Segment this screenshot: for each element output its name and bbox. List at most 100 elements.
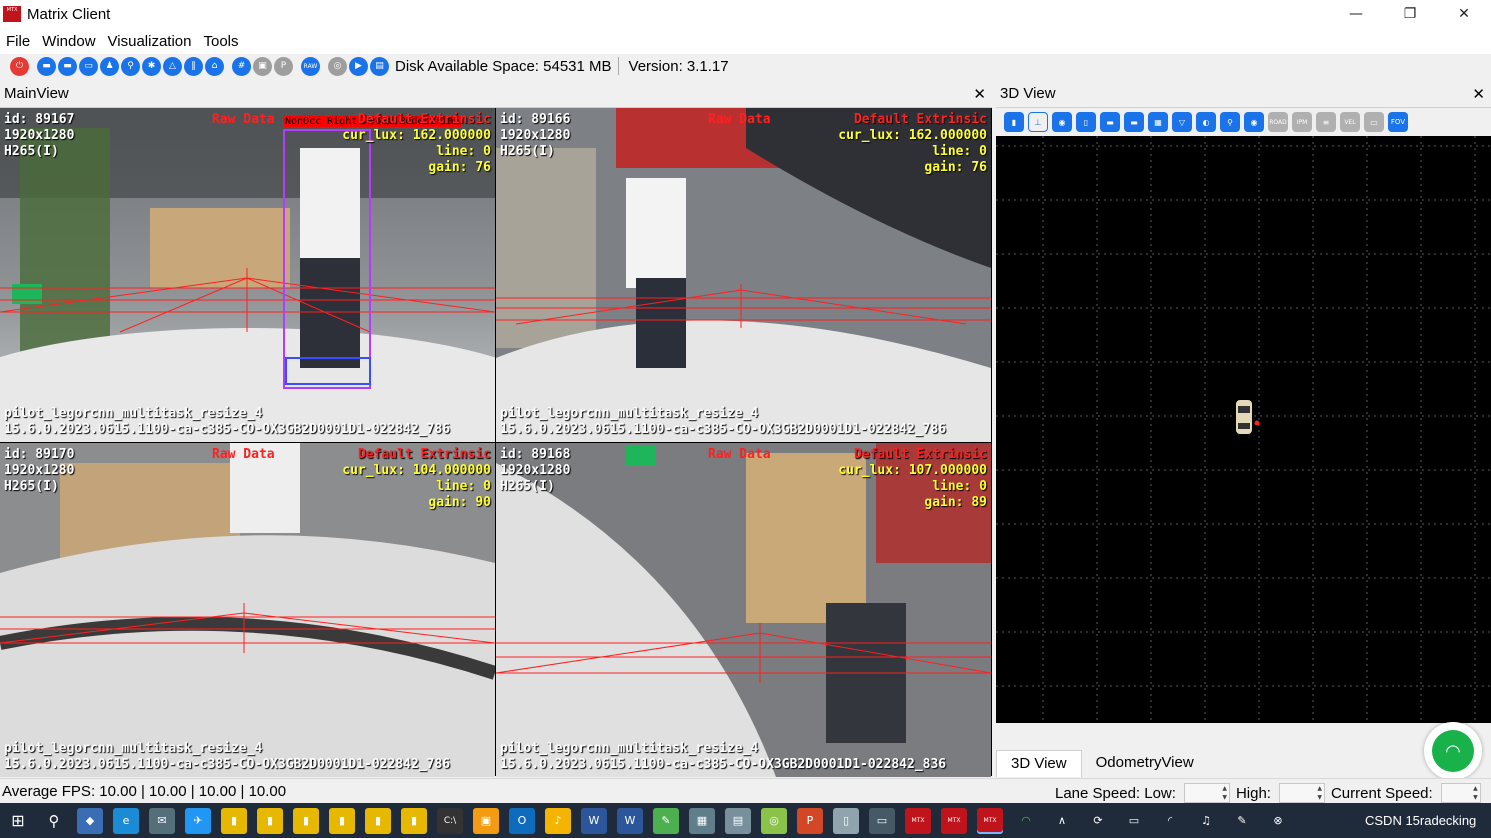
road-icon[interactable]: ROAD xyxy=(1268,112,1288,132)
fov-icon[interactable]: FOV xyxy=(1388,112,1408,132)
app-icon-5[interactable]: ◎ xyxy=(761,807,787,834)
matrix-icon-1[interactable]: MTX xyxy=(905,807,931,834)
camera-2-id: id: 89166 xyxy=(500,112,571,127)
app-icon-7[interactable]: ▭ xyxy=(869,807,895,834)
minimize-button[interactable]: — xyxy=(1329,0,1383,28)
word-icon-2[interactable]: W xyxy=(617,807,643,834)
pen-icon[interactable]: ✎ xyxy=(1229,808,1255,834)
mainview-close-button[interactable]: ✕ xyxy=(973,85,986,103)
restore-button[interactable]: ❐ xyxy=(1383,0,1437,28)
fps-readout: Average FPS: 10.00 | 10.00 | 10.00 | 10.… xyxy=(2,783,287,800)
ego-vehicle-icon xyxy=(1236,400,1260,434)
sync-icon[interactable]: ⟳ xyxy=(1085,808,1111,834)
menu-visualization[interactable]: Visualization xyxy=(102,33,198,50)
folder-icon-2[interactable]: ▮ xyxy=(257,807,283,834)
camera-1-id: id: 89167 xyxy=(4,112,75,127)
view3d-canvas[interactable] xyxy=(996,136,1491,723)
bookmark-icon[interactable]: ▮ xyxy=(1004,112,1024,132)
volume-icon[interactable]: ♫ xyxy=(1193,808,1219,834)
menu-file[interactable]: File xyxy=(0,33,36,50)
app-icon-3[interactable]: ▦ xyxy=(689,807,715,834)
road-icon[interactable]: ⌂ xyxy=(205,56,224,76)
camera-4-build: 15.6.0.2023.0615.1100-ca-c385-CO-OX3GB2D… xyxy=(500,757,947,772)
camera-4-line: line: 0 xyxy=(932,479,987,494)
video-icon[interactable]: ▶ xyxy=(349,56,368,76)
car-disabled-icon[interactable]: ▭ xyxy=(1364,112,1384,132)
matrix-icon-3[interactable]: MTX xyxy=(977,807,1003,834)
battery-icon[interactable]: ▭ xyxy=(1121,808,1147,834)
pedestrian-icon[interactable]: ♟ xyxy=(100,56,119,76)
camera-feed-4[interactable]: id: 89168 1920x1280 H265(I) Raw Data Defau… xyxy=(496,443,991,777)
filter-icon[interactable]: ▽ xyxy=(1172,112,1192,132)
car-rear-icon[interactable]: ▬ xyxy=(1124,112,1144,132)
axis-icon[interactable]: ⊥ xyxy=(1028,112,1048,132)
network-widget[interactable]: ◠ xyxy=(1424,722,1482,780)
start-icon[interactable]: ⊞ xyxy=(5,808,31,834)
close-window-button[interactable]: ✕ xyxy=(1437,0,1491,28)
folder-icon-4[interactable]: ▮ xyxy=(329,807,355,834)
ego-car-icon[interactable]: ◉ xyxy=(1052,112,1072,132)
current-speed-spinbox[interactable] xyxy=(1440,783,1481,803)
raw-icon[interactable]: RAW xyxy=(301,56,320,76)
view3d-close-button[interactable]: ✕ xyxy=(1472,85,1485,103)
bird-icon[interactable]: ✈ xyxy=(185,807,211,834)
camera-feed-2[interactable]: id: 89166 1920x1280 H265(I) Raw Data Defau… xyxy=(496,108,991,442)
tab-3d-view[interactable]: 3D View xyxy=(996,750,1082,777)
camera-feed-1[interactable]: NonOcc Right Front Pedestrian id: 89167 1… xyxy=(0,108,495,442)
lane-disabled-icon[interactable]: ≡ xyxy=(1316,112,1336,132)
outlook-icon[interactable]: O xyxy=(509,807,535,834)
search-icon[interactable]: ⚲ xyxy=(41,808,67,834)
chevron-up-icon[interactable]: ∧ xyxy=(1049,808,1075,834)
camera-disabled-icon[interactable]: ▣ xyxy=(253,56,272,76)
tab-odometry-view[interactable]: OdometryView xyxy=(1082,750,1208,777)
record-disabled-icon[interactable]: ◎ xyxy=(328,56,347,76)
car-icon[interactable]: ▬ xyxy=(1100,112,1120,132)
bell-icon[interactable]: ♪ xyxy=(545,807,571,834)
camera-2-model: pilot_legorcnn_multitask_resize_4 xyxy=(500,406,759,421)
app-icon-1[interactable]: ◆ xyxy=(77,807,103,834)
notepad-icon[interactable]: ✎ xyxy=(653,807,679,834)
vehicle-top-icon[interactable]: ▯ xyxy=(1076,112,1096,132)
mail-icon[interactable]: ✉ xyxy=(149,807,175,834)
car-front-icon[interactable]: ▬ xyxy=(37,56,56,76)
lane-speed-low-spinbox[interactable] xyxy=(1183,783,1230,803)
menu-window[interactable]: Window xyxy=(36,33,101,50)
parking-disabled-icon[interactable]: P xyxy=(274,56,293,76)
close-circle-icon[interactable]: ⊗ xyxy=(1265,808,1291,834)
camera-view-icon[interactable]: ◐ xyxy=(1196,112,1216,132)
menu-tools[interactable]: Tools xyxy=(197,33,244,50)
lane-icon[interactable]: ‖ xyxy=(184,56,203,76)
edge-icon[interactable]: e xyxy=(113,807,139,834)
lane-speed-high-spinbox[interactable] xyxy=(1278,783,1325,803)
power-icon[interactable]: ⏻ xyxy=(10,56,29,76)
folder-icon-1[interactable]: ▮ xyxy=(221,807,247,834)
folder-icon-6[interactable]: ▮ xyxy=(401,807,427,834)
disk-icon[interactable]: ▤ xyxy=(370,56,389,76)
map-icon[interactable]: ▦ xyxy=(1148,112,1168,132)
app-window: MTX Matrix Client — ❐ ✕ File Window Visu… xyxy=(0,0,1491,838)
camera-feed-3[interactable]: id: 89170 1920x1280 H265(I) Raw Data Defau… xyxy=(0,443,495,777)
ipm-icon[interactable]: IPM xyxy=(1292,112,1312,132)
folder-icon-5[interactable]: ▮ xyxy=(365,807,391,834)
eye-icon[interactable]: ◉ xyxy=(1244,112,1264,132)
app-icon-6[interactable]: ▯ xyxy=(833,807,859,834)
matrix-icon-2[interactable]: MTX xyxy=(941,807,967,834)
traffic-sign-icon[interactable]: △ xyxy=(163,56,182,76)
terminal-icon[interactable]: C:\ xyxy=(437,807,463,834)
wifi-tray-icon[interactable]: ◠ xyxy=(1013,808,1039,834)
app-icon-4[interactable]: ▤ xyxy=(725,807,751,834)
bus-icon[interactable]: ▭ xyxy=(79,56,98,76)
camera-4-id: id: 89168 xyxy=(500,447,571,462)
car-side-icon[interactable]: ▬ xyxy=(58,56,77,76)
camera-3-raw-label: Raw Data xyxy=(212,447,275,462)
location-icon[interactable]: ⚲ xyxy=(1220,112,1240,132)
cyclist-icon[interactable]: ⚲ xyxy=(121,56,140,76)
folder-icon-3[interactable]: ▮ xyxy=(293,807,319,834)
powerpoint-icon[interactable]: P xyxy=(797,807,823,834)
grid-icon[interactable]: # xyxy=(232,56,251,76)
network-icon[interactable]: ◜ xyxy=(1157,808,1183,834)
vel-icon[interactable]: VEL xyxy=(1340,112,1360,132)
traffic-light-icon[interactable]: ✱ xyxy=(142,56,161,76)
word-icon-1[interactable]: W xyxy=(581,807,607,834)
app-icon-2[interactable]: ▣ xyxy=(473,807,499,834)
